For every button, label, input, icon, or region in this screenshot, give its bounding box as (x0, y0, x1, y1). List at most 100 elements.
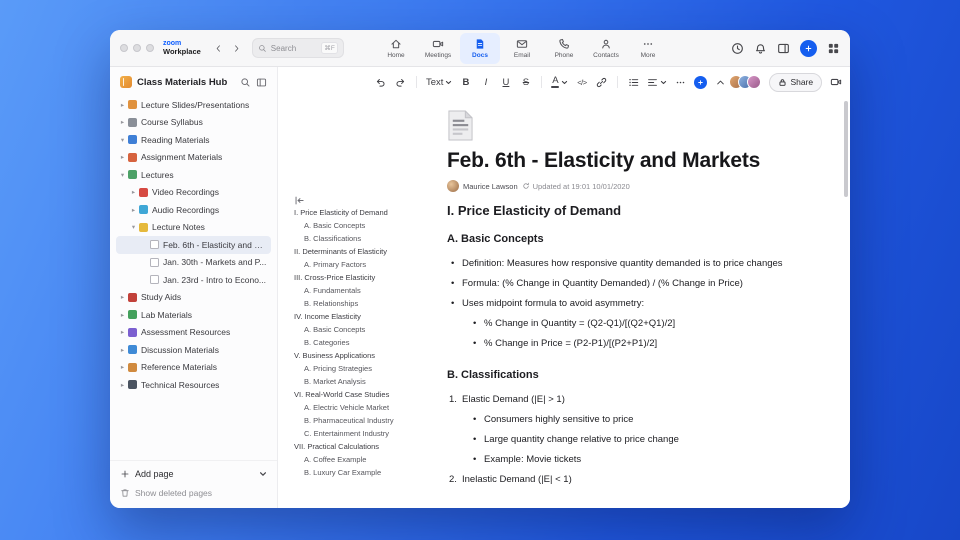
outline-item[interactable]: B. Pharmaceutical Industry (294, 414, 440, 427)
bullet-list-button[interactable] (625, 73, 642, 91)
document-title[interactable]: Feb. 6th - Elasticity and Markets (447, 149, 820, 173)
insert-button[interactable] (692, 73, 709, 91)
chevron-icon[interactable]: ▸ (118, 101, 127, 109)
tab-home[interactable]: Home (376, 33, 416, 64)
add-page-button[interactable]: Add page (120, 469, 267, 479)
sidebar-item[interactable]: ▸ Study Aids (116, 289, 271, 307)
outline-item[interactable]: B. Market Analysis (294, 375, 440, 388)
redo-button[interactable] (392, 73, 409, 91)
toolbar-divider (416, 76, 417, 88)
outline-item[interactable]: B. Relationships (294, 297, 440, 310)
show-deleted-pages-button[interactable]: Show deleted pages (120, 488, 267, 498)
tab-docs[interactable]: Docs (460, 33, 500, 64)
outline-item[interactable]: B. Luxury Car Example (294, 466, 440, 479)
align-dropdown[interactable] (645, 73, 669, 91)
chevron-icon[interactable]: ▾ (129, 223, 138, 231)
outline-item[interactable]: IV. Income Elasticity (294, 310, 440, 323)
sidebar-search-icon[interactable] (240, 77, 251, 88)
chevron-icon[interactable]: ▸ (118, 381, 127, 389)
sidebar-item[interactable]: ▾ Lectures (116, 166, 271, 184)
tab-contacts[interactable]: Contacts (586, 33, 626, 64)
sidebar-item[interactable]: ▸ Assessment Resources (116, 324, 271, 342)
code-button[interactable]: </> (573, 73, 590, 91)
outline-item[interactable]: C. Entertainment Industry (294, 427, 440, 440)
collapse-sidebar-icon[interactable] (256, 77, 267, 88)
maximize-window-button[interactable] (146, 44, 154, 52)
collapse-outline-button[interactable] (294, 195, 440, 206)
outline-item[interactable]: B. Categories (294, 336, 440, 349)
back-button[interactable] (211, 40, 227, 56)
collaborator-avatars[interactable] (729, 75, 762, 89)
sidebar-item[interactable]: ▸ Discussion Materials (116, 341, 271, 359)
outline-item[interactable]: A. Fundamentals (294, 284, 440, 297)
outline-item[interactable]: A. Basic Concepts (294, 219, 440, 232)
bell-icon[interactable] (754, 42, 767, 55)
chevron-icon[interactable]: ▸ (118, 363, 127, 371)
undo-button[interactable] (372, 73, 389, 91)
tab-more[interactable]: More (628, 33, 668, 64)
chevron-icon[interactable]: ▾ (118, 136, 127, 144)
minimize-window-button[interactable] (133, 44, 141, 52)
video-call-icon[interactable] (830, 76, 842, 88)
document-content[interactable]: I. Price Elasticity of Demand A. Basic Co… (447, 203, 816, 490)
outline-item[interactable]: I. Price Elasticity of Demand (294, 206, 440, 219)
chevron-icon[interactable]: ▸ (118, 328, 127, 336)
sidebar-item[interactable]: ▸ Course Syllabus (116, 114, 271, 132)
chevron-icon[interactable]: ▸ (118, 311, 127, 319)
share-button[interactable]: Share (769, 72, 823, 92)
collapse-toolbar-button[interactable] (712, 73, 729, 91)
text-style-dropdown[interactable]: Text (424, 73, 454, 91)
sidebar-item[interactable]: ▸ Lecture Slides/Presentations (116, 96, 271, 114)
scrollbar-thumb[interactable] (844, 101, 848, 197)
outline-item[interactable]: A. Pricing Strategies (294, 362, 440, 375)
sidebar-item[interactable]: ▸ Video Recordings (116, 184, 271, 202)
apps-grid-icon[interactable] (827, 42, 840, 55)
more-formatting-button[interactable] (672, 73, 689, 91)
sidebar-item[interactable]: ▸ Assignment Materials (116, 149, 271, 167)
chevron-icon[interactable]: ▾ (118, 171, 127, 179)
chevron-icon[interactable]: ▸ (118, 118, 127, 126)
outline-item[interactable]: II. Determinants of Elasticity (294, 245, 440, 258)
sidebar-item[interactable]: Feb. 6th - Elasticity and M... (116, 236, 271, 254)
sidebar-item[interactable]: Jan. 30th - Markets and P... (116, 254, 271, 272)
sidebar-item[interactable]: Jan. 23rd - Intro to Econo... (116, 271, 271, 289)
global-search-input[interactable]: Search ⌘F (251, 38, 344, 58)
outline-item[interactable]: III. Cross-Price Elasticity (294, 271, 440, 284)
chevron-icon[interactable]: ▸ (118, 346, 127, 354)
new-item-button[interactable] (800, 39, 817, 57)
tab-meetings[interactable]: Meetings (418, 33, 458, 64)
chevron-icon[interactable]: ▸ (118, 293, 127, 301)
chevron-icon[interactable]: ▸ (118, 153, 127, 161)
link-button[interactable] (593, 73, 610, 91)
outline-item[interactable]: V. Business Applications (294, 349, 440, 362)
chevron-icon[interactable]: ▸ (129, 206, 138, 214)
outline-item[interactable]: VI. Real-World Case Studies (294, 388, 440, 401)
strikethrough-button[interactable]: S (517, 73, 534, 91)
tab-email[interactable]: Email (502, 33, 542, 64)
underline-button[interactable]: U (497, 73, 514, 91)
sidebar-item[interactable]: ▸ Lab Materials (116, 306, 271, 324)
chevron-icon[interactable]: ▸ (129, 188, 138, 196)
add-page-options-button[interactable] (259, 470, 267, 478)
outline-item[interactable]: VII. Practical Calculations (294, 440, 440, 453)
side-panel-icon[interactable] (777, 42, 790, 55)
sidebar-item[interactable]: ▸ Reference Materials (116, 359, 271, 377)
content-bullet-item: % Change in Quantity = (Q2-Q1)/[(Q2+Q1)/… (447, 314, 816, 334)
forward-button[interactable] (229, 40, 245, 56)
bold-button[interactable]: B (457, 73, 474, 91)
outline-item[interactable]: A. Coffee Example (294, 453, 440, 466)
sidebar-item[interactable]: ▾ Reading Materials (116, 131, 271, 149)
italic-button[interactable]: I (477, 73, 494, 91)
sidebar-item[interactable]: ▸ Audio Recordings (116, 201, 271, 219)
tab-label: Email (513, 52, 531, 59)
outline-item[interactable]: B. Classifications (294, 232, 440, 245)
clock-icon[interactable] (731, 42, 744, 55)
outline-item[interactable]: A. Basic Concepts (294, 323, 440, 336)
sidebar-item[interactable]: ▾ Lecture Notes (116, 219, 271, 237)
text-color-button[interactable]: A (549, 73, 570, 91)
outline-item[interactable]: A. Primary Factors (294, 258, 440, 271)
close-window-button[interactable] (120, 44, 128, 52)
tab-phone[interactable]: Phone (544, 33, 584, 64)
outline-item[interactable]: A. Electric Vehicle Market (294, 401, 440, 414)
sidebar-item[interactable]: ▸ Technical Resources (116, 376, 271, 394)
